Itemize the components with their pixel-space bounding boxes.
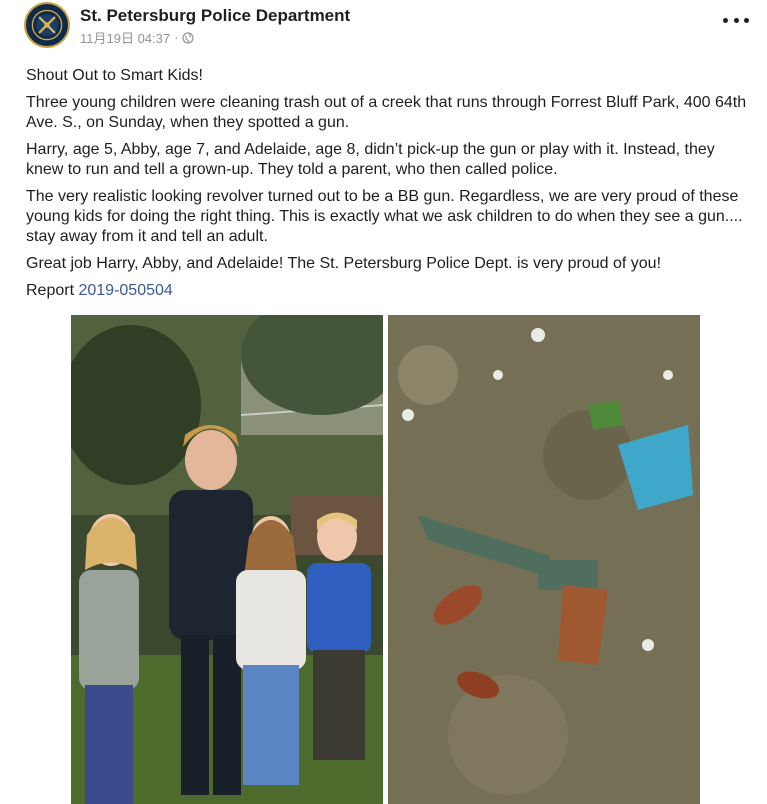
police-badge-logo (27, 5, 67, 45)
post-timestamp[interactable]: 11月19日 04:37 (80, 28, 170, 47)
report-line: Report 2019-050504 (26, 281, 748, 301)
photo-gun-in-creek[interactable] (388, 315, 700, 804)
post-paragraph-1: Three young children were cleaning trash… (26, 94, 747, 131)
post-meta: 11月19日 04:37 · (80, 28, 195, 47)
report-label: Report (26, 282, 75, 299)
photo-officer-and-kids[interactable] (71, 315, 383, 804)
post-paragraph-4: Great job Harry, Abby, and Adelaide! The… (26, 255, 662, 272)
meta-separator: · (174, 30, 179, 45)
post-headline: Shout Out to Smart Kids! (26, 67, 203, 84)
post-paragraph-3: The very realistic looking revolver turn… (26, 188, 743, 245)
post-header: St. Petersburg Police Department 11月19日 … (0, 0, 767, 56)
more-options-icon[interactable] (723, 10, 749, 30)
report-number-link[interactable]: 2019-050504 (78, 282, 172, 299)
page-name[interactable]: St. Petersburg Police Department (80, 6, 350, 26)
post-text: Shout Out to Smart Kids! Three young chi… (26, 66, 748, 308)
post-photos (71, 315, 700, 804)
globe-icon (182, 31, 195, 44)
page-avatar[interactable] (24, 2, 70, 48)
post-paragraph-2: Harry, age 5, Abby, age 7, and Adelaide,… (26, 141, 715, 178)
